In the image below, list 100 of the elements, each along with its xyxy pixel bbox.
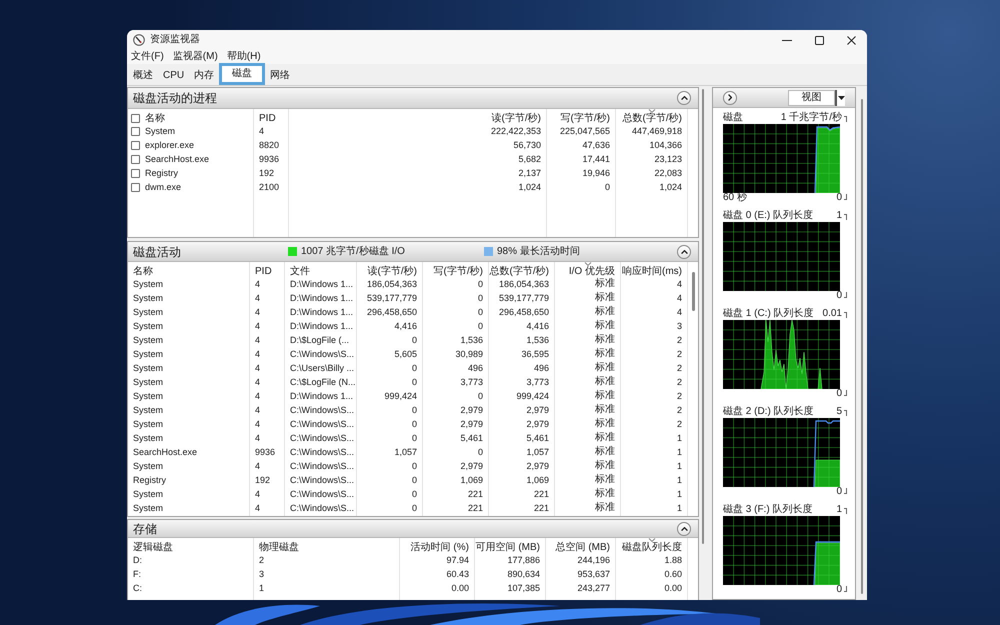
column-header[interactable]: 名称 bbox=[145, 109, 253, 124]
tab[interactable]: 概述 bbox=[128, 67, 158, 85]
table-cell: System bbox=[133, 292, 164, 304]
table-cell: 4 bbox=[676, 306, 682, 318]
table-cell: 5,461 bbox=[526, 432, 549, 444]
table-cell: 4 bbox=[255, 306, 260, 318]
column-header[interactable]: 可用空间 (MB) bbox=[475, 538, 545, 553]
column-header[interactable]: 文件 bbox=[285, 262, 356, 277]
table-cell: 2 bbox=[676, 376, 682, 388]
column-header[interactable]: 总数(字节/秒) bbox=[616, 109, 687, 124]
table-cell: 4 bbox=[255, 502, 260, 514]
chevron-up-icon bbox=[680, 96, 688, 100]
column-header[interactable]: 总空间 (MB) bbox=[546, 538, 615, 553]
table-cell: 0.60 bbox=[664, 568, 682, 580]
column-header[interactable]: PID bbox=[250, 262, 284, 277]
scale-min-label: 0 bbox=[836, 389, 842, 399]
column-header[interactable]: 读(字节/秒) bbox=[289, 109, 546, 124]
table-cell: 244,196 bbox=[577, 554, 610, 566]
tab[interactable]: 网络 bbox=[265, 67, 296, 85]
checkbox[interactable] bbox=[131, 114, 140, 123]
column-header[interactable]: PID bbox=[254, 109, 288, 124]
scrollbar-thumb[interactable] bbox=[702, 89, 704, 544]
menu-item[interactable]: 帮助(H) bbox=[224, 51, 264, 63]
table-cell: Registry bbox=[133, 474, 166, 486]
column-header[interactable]: 物理磁盘 bbox=[254, 538, 399, 553]
column-header[interactable]: 响应时间(ms) bbox=[621, 262, 687, 277]
table-cell: F: bbox=[133, 568, 141, 580]
table-cell: 1 bbox=[676, 432, 682, 444]
scale-max-label: 1 bbox=[836, 504, 842, 516]
section-title: 磁盘活动的进程 bbox=[133, 91, 217, 105]
table-cell: 8820 bbox=[259, 139, 280, 151]
table-cell: 2,979 bbox=[460, 418, 483, 430]
bracket-icon bbox=[844, 292, 847, 298]
table-cell: 1,057 bbox=[394, 446, 417, 458]
tab[interactable]: 磁盘 bbox=[219, 63, 266, 85]
scale-min-label: 0 bbox=[836, 291, 842, 301]
table-cell: System bbox=[133, 362, 164, 374]
table-cell: 19,946 bbox=[582, 167, 610, 179]
table-cell: D:\Windows 1... bbox=[290, 320, 354, 332]
column-header[interactable]: 写(字节/秒) bbox=[423, 262, 488, 277]
table-cell: 4 bbox=[255, 390, 260, 402]
graph-title: 磁盘 3 (F:) 队列长度 bbox=[723, 504, 812, 516]
window-title: 资源监视器 bbox=[150, 34, 200, 46]
table-cell: 标准 bbox=[595, 474, 615, 486]
collapse-button[interactable] bbox=[677, 522, 691, 536]
table-cell: 0 bbox=[478, 292, 483, 304]
table-cell: 标准 bbox=[595, 362, 615, 374]
scale-min-label: 0 bbox=[836, 585, 842, 595]
menu-item[interactable]: 文件(F) bbox=[128, 51, 167, 63]
table-cell: 1,536 bbox=[526, 334, 549, 346]
graph-line bbox=[813, 420, 840, 487]
table-cell: 177,886 bbox=[507, 554, 540, 566]
table-cell: 30,989 bbox=[455, 348, 483, 360]
table-cell: 1,024 bbox=[659, 181, 682, 193]
table-cell: 9936 bbox=[255, 446, 276, 458]
column-header[interactable]: 逻辑磁盘 bbox=[128, 538, 253, 553]
table-cell: 3,773 bbox=[526, 376, 549, 388]
table-cell: 192 bbox=[259, 167, 274, 179]
tab[interactable]: CPU bbox=[158, 67, 190, 85]
checkbox[interactable] bbox=[131, 154, 140, 164]
dropdown-button[interactable] bbox=[835, 90, 845, 106]
checkbox[interactable] bbox=[131, 140, 140, 150]
column-header[interactable]: I/O 优先级 bbox=[555, 262, 620, 277]
table-cell: D: bbox=[133, 554, 142, 566]
table-cell: System bbox=[133, 376, 164, 388]
tab[interactable]: 内存 bbox=[189, 67, 220, 85]
table-cell: 1,069 bbox=[526, 474, 549, 486]
table-cell: C:\Windows\S... bbox=[290, 432, 354, 444]
scrollbar-thumb[interactable] bbox=[860, 99, 862, 594]
collapse-button[interactable] bbox=[677, 91, 691, 105]
expand-button[interactable] bbox=[723, 90, 737, 104]
view-button[interactable]: 视图 bbox=[788, 90, 835, 106]
table-cell: System bbox=[133, 432, 164, 444]
checkbox[interactable] bbox=[131, 126, 140, 136]
menu-item[interactable]: 监视器(M) bbox=[170, 51, 221, 63]
collapse-button[interactable] bbox=[677, 244, 691, 258]
table-cell: 0 bbox=[412, 460, 417, 472]
section-title: 磁盘活动 bbox=[133, 244, 181, 258]
table-cell: 0 bbox=[478, 278, 483, 290]
column-header[interactable]: 名称 bbox=[128, 262, 249, 277]
table-cell: C:\Windows\S... bbox=[290, 348, 354, 360]
column-header[interactable]: 读(字节/秒) bbox=[357, 262, 422, 277]
column-header[interactable]: 活动时间 (%) bbox=[400, 538, 474, 553]
table-cell: 4 bbox=[259, 125, 264, 137]
bracket-icon bbox=[844, 410, 847, 416]
scrollbar-thumb[interactable] bbox=[692, 272, 694, 311]
column-header[interactable]: 写(字节/秒) bbox=[547, 109, 615, 124]
checkbox[interactable] bbox=[131, 168, 140, 178]
column-header[interactable]: 磁盘队列长度 bbox=[616, 538, 687, 553]
checkbox[interactable] bbox=[131, 182, 140, 192]
bracket-icon bbox=[844, 586, 847, 592]
table-cell: 5,682 bbox=[518, 153, 541, 165]
table-cell: SearchHost.exe bbox=[133, 446, 198, 458]
table-cell: 23,123 bbox=[654, 153, 682, 165]
table-cell: D:\Windows 1... bbox=[290, 390, 354, 402]
table-cell: 47,636 bbox=[582, 139, 610, 151]
column-header[interactable]: 总数(字节/秒) bbox=[489, 262, 554, 277]
table-cell: 标准 bbox=[595, 460, 615, 472]
table-cell: 221 bbox=[468, 488, 483, 500]
table-cell: 221 bbox=[468, 502, 483, 514]
